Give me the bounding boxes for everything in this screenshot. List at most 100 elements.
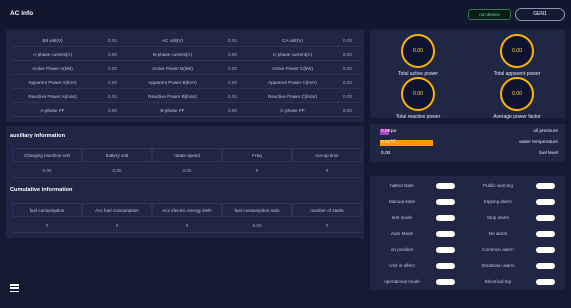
engine-levels-panel: 0.0Kpa oil pressure 0.00℃ water temperat… (370, 124, 565, 162)
menu-icon[interactable] (10, 284, 19, 292)
alarm-label: No alarm (488, 231, 508, 236)
fuel-level-bar: 0.00 fuel level (380, 150, 558, 158)
status-indicator-toggle[interactable] (436, 263, 455, 269)
ac-value-cell: 0.00 (93, 62, 132, 75)
ac-label-cell: A-phase current(A) (12, 48, 93, 61)
cumulative-header-cell: fuel consumption ratio (222, 203, 292, 217)
gauge-value: 0.00 (511, 48, 523, 54)
ac-label-cell: Active Power B(kW) (132, 62, 213, 75)
ac-value-cell: 0.00 (213, 48, 252, 61)
status-row: Manual state tripping alarm (370, 195, 565, 209)
alarm-indicator-toggle[interactable] (536, 183, 555, 189)
ac-label-cell: B-phase current(A) (132, 48, 213, 61)
cumulative-value-cell: 0 (82, 219, 152, 233)
ac-value-cell: 0.00 (333, 104, 362, 117)
status-label: Auto Mode (390, 231, 414, 236)
status-row: operational mode Electrical trip (370, 275, 565, 289)
ac-label-cell: Reactive Power C(kVar) (252, 90, 333, 103)
status-indicator-toggle[interactable] (436, 215, 455, 221)
ac-value-cell: 0.00 (93, 104, 132, 117)
status-row: on position Common alarm (370, 243, 565, 257)
ac-label-cell: Active Power C(kW) (252, 62, 333, 75)
ac-value-cell: 0.00 (213, 76, 252, 89)
status-indicator-toggle[interactable] (436, 247, 455, 253)
ac-value-cell: 0.00 (213, 104, 252, 117)
ac-label-cell: Apparent Power A(kVA) (12, 76, 93, 89)
cumulative-value-cell: 0.00 (222, 219, 292, 233)
status-indicator-toggle[interactable] (436, 199, 455, 205)
auxiliary-value-cell: 0.00 (152, 164, 222, 178)
auxiliary-header-row: Charging machine volt battery volt rotate … (12, 148, 362, 162)
total-reactive-power-gauge: 0.00 (401, 77, 435, 111)
ac-label-cell: Apparent Power C(kVA) (252, 76, 333, 89)
gauge-value: 0.00 (511, 91, 523, 97)
status-row: halted state Public warning (370, 179, 565, 193)
cumulative-header-cell: number of starts (292, 203, 362, 217)
cumulative-header-cell: Acc fuel consumption (82, 203, 152, 217)
alarm-indicator-toggle[interactable] (536, 263, 555, 269)
status-label: on position (390, 247, 414, 252)
ac-value-cell: 0.00 (93, 90, 132, 103)
bar-label: water temperature (519, 140, 558, 145)
ac-label-cell: C-phase PF (252, 104, 333, 117)
auxiliary-value-cell: 0 (222, 164, 292, 178)
alarm-indicator-toggle[interactable] (536, 199, 555, 205)
gauge-value: 0.00 (412, 91, 424, 97)
alarm-indicator-toggle[interactable] (536, 279, 555, 285)
cumulative-header-cell: fuel consumption (12, 203, 82, 217)
ac-value-cell: 0.00 (213, 62, 252, 75)
ac-label-cell: A-phase PF (12, 104, 93, 117)
auxiliary-header-cell: Freq (222, 148, 292, 162)
status-indicator-toggle[interactable] (436, 231, 455, 237)
auxiliary-value-cell: 0.00 (82, 164, 152, 178)
gauge-label: Average power factor (493, 114, 541, 120)
status-indicator-toggle[interactable] (436, 279, 455, 285)
bar-value: 0.0Kpa (381, 129, 397, 134)
device-status-badge: run device (468, 9, 511, 20)
alarm-label: Common alarm (482, 247, 514, 252)
ac-label-cell: AC volt(V) (132, 34, 213, 47)
auxiliary-header-cell: run-up time (292, 148, 362, 162)
total-apparent-power-gauge: 0.00 (500, 34, 534, 68)
alarm-indicator-toggle[interactable] (536, 247, 555, 253)
alarm-indicator-toggle[interactable] (536, 215, 555, 221)
ac-value-cell: 0.00 (213, 34, 252, 47)
ac-value-cell: 0.00 (333, 76, 362, 89)
status-label: test mode (391, 215, 413, 220)
alarm-label: Electrical trip (484, 279, 512, 284)
oil-pressure-bar: 0.0Kpa oil pressure (380, 128, 558, 136)
status-label: Unit in effect (389, 263, 415, 268)
ac-value-cell: 0.00 (333, 34, 362, 47)
status-indicator-toggle[interactable] (436, 183, 455, 189)
status-label: Manual state (388, 199, 416, 204)
alarm-indicator-toggle[interactable] (536, 231, 555, 237)
bar-value: 0.00 (381, 151, 391, 156)
alarm-label: tripping alarm (484, 199, 512, 204)
ac-label-cell: Reactive Power B(kVar) (132, 90, 213, 103)
page-title: AC info (10, 10, 34, 17)
ac-value-cell: 0.00 (333, 62, 362, 75)
ac-label-cell: Active Power A(kW) (12, 62, 93, 75)
auxiliary-header-cell: Charging machine volt (12, 148, 82, 162)
ac-label-cell: C-phase current(A) (252, 48, 333, 61)
cumulative-value-cell: 0 (12, 219, 82, 233)
generator-select-button[interactable]: GEN1 (515, 8, 565, 21)
bar-label: fuel level (539, 151, 558, 156)
status-panel: halted state Public warning Manual state tr… (370, 176, 565, 290)
ac-value-cell: 0.00 (93, 34, 132, 47)
ac-label-cell: CA volt(V) (252, 34, 333, 47)
ac-label-cell: B-phase PF (132, 104, 213, 117)
water-temperature-bar: 0.00℃ water temperature (380, 139, 558, 147)
gauge-label: Total reactive power (395, 114, 441, 120)
ac-label-cell: Reactive Power A(kVar) (12, 90, 93, 103)
alarm-label: Stop alarm (486, 215, 510, 220)
gauge-value: 0.00 (412, 48, 424, 54)
ac-value-cell: 0.00 (333, 48, 362, 61)
cumulative-header-row: fuel consumption Acc fuel consumption Acc … (12, 203, 362, 217)
auxiliary-value-cell: 0 (292, 164, 362, 178)
alarm-label: Public warning (483, 183, 513, 188)
status-row: Auto Mode No alarm (370, 227, 565, 241)
ac-value-cell: 0.00 (93, 48, 132, 61)
status-row: Unit in effect Shutdown alarm (370, 259, 565, 273)
ac-label-cell: Apparent Power B(kVA) (132, 76, 213, 89)
